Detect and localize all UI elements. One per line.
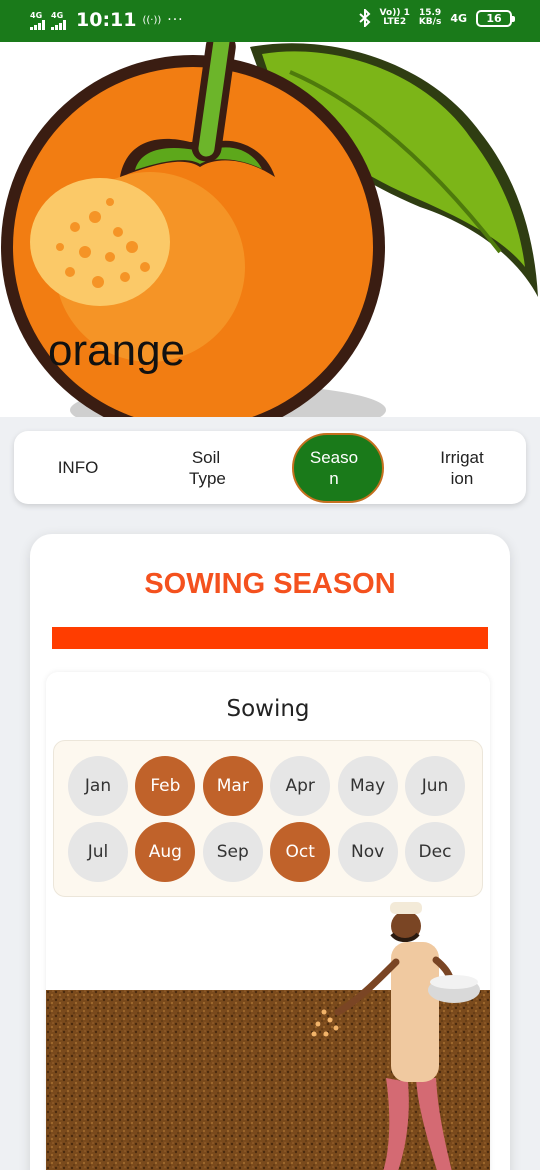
month-chip-sep[interactable]: Sep (202, 822, 263, 882)
month-chip-jun[interactable]: Jun (405, 756, 465, 816)
month-chip-jul[interactable]: Jul (68, 822, 128, 882)
network-speed: 15.9 KB/s (418, 8, 442, 27)
tab-soil-type[interactable]: Soil Type (142, 431, 270, 504)
month-chip-apr[interactable]: Apr (270, 756, 331, 816)
month-chip-nov[interactable]: Nov (337, 822, 398, 882)
card-title: SOWING SEASON (144, 568, 396, 600)
farmer-sowing-illustration (46, 902, 490, 1170)
clock: 10:11 (76, 9, 137, 31)
crop-tab-bar: INFO Soil Type Season Irrigation (14, 431, 526, 504)
tab-info[interactable]: INFO (14, 431, 142, 504)
sowing-title: Sowing (226, 696, 310, 722)
tab-label: Soil Type (189, 447, 226, 488)
volte-indicator: Vo)) 1 LTE2 (379, 8, 410, 27)
month-chip-mar[interactable]: Mar (202, 756, 263, 816)
month-chip-jan[interactable]: Jan (68, 756, 128, 816)
month-grid: Jan Feb Mar Apr May Jun Jul Aug Sep Oct Nov Dec (53, 740, 483, 897)
status-bar: 4G 4G 10:11 ((·)) ··· Vo)) 1 LTE2 15.9 K… (0, 0, 540, 42)
bluetooth-icon (358, 9, 371, 27)
title-accent-bar (52, 627, 488, 649)
crop-hero-image: orange (0, 42, 540, 417)
tab-irrigation[interactable]: Irrigation (398, 431, 526, 504)
signal-sim1-icon: 4G (30, 11, 45, 30)
month-chip-aug[interactable]: Aug (135, 822, 196, 882)
more-notifications-icon: ··· (167, 12, 184, 28)
crop-name: orange (48, 326, 186, 375)
tab-label: Irrigation (440, 447, 484, 488)
month-chip-may[interactable]: May (337, 756, 398, 816)
tab-season[interactable]: Season (270, 431, 398, 504)
month-chip-oct[interactable]: Oct (270, 822, 331, 882)
hotspot-icon: ((·)) (142, 14, 162, 26)
network-type: 4G (450, 11, 467, 25)
month-chip-feb[interactable]: Feb (135, 756, 196, 816)
tab-label: Season (309, 447, 359, 488)
month-chip-dec[interactable]: Dec (405, 822, 465, 882)
signal-sim2-icon: 4G (51, 11, 66, 30)
battery-icon: 16 (476, 9, 515, 27)
sowing-calendar: Sowing Jan Feb Mar Apr May Jun Jul Aug Sep Oct Nov… (46, 672, 490, 1170)
sowing-season-card: SOWING SEASON Sowing Jan Feb Mar Apr May Jun J… (30, 534, 510, 1170)
tab-label: INFO (57, 458, 99, 477)
